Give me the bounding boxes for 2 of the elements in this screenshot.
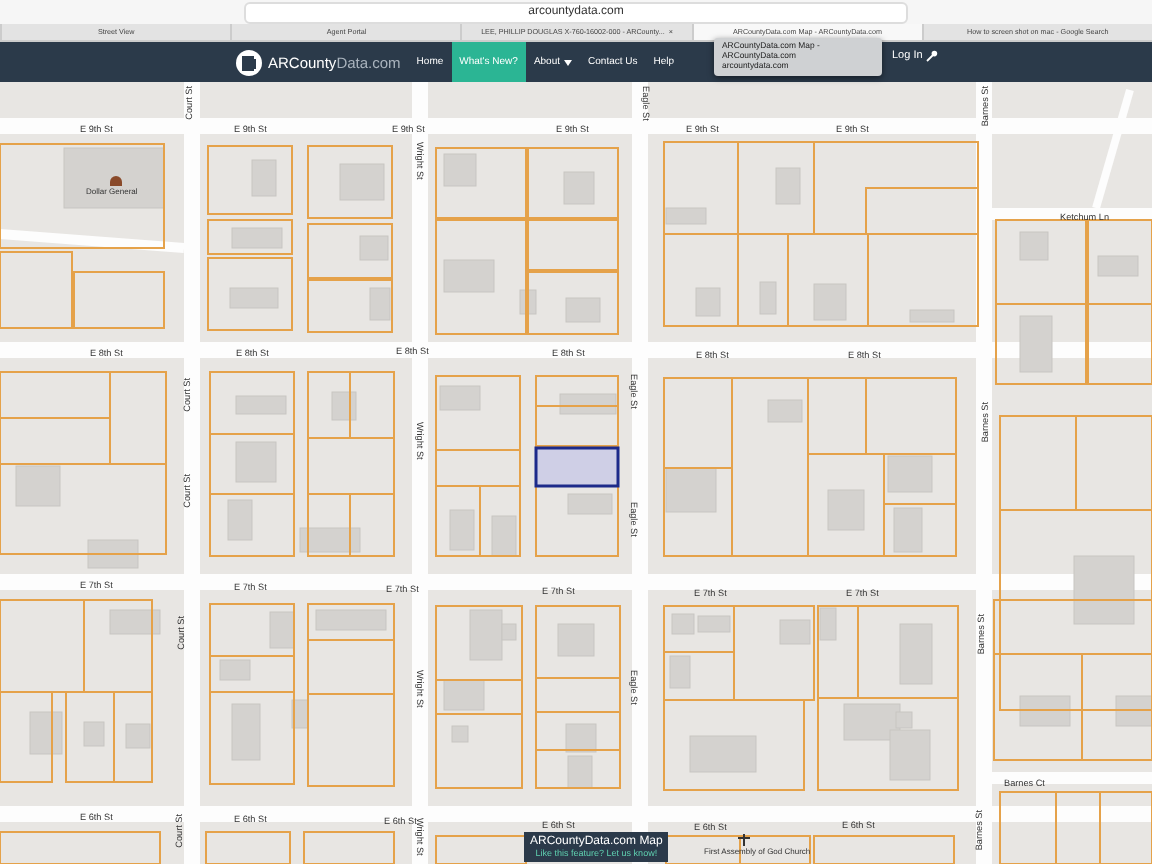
logo-icon xyxy=(236,49,262,75)
key-icon xyxy=(926,50,939,62)
